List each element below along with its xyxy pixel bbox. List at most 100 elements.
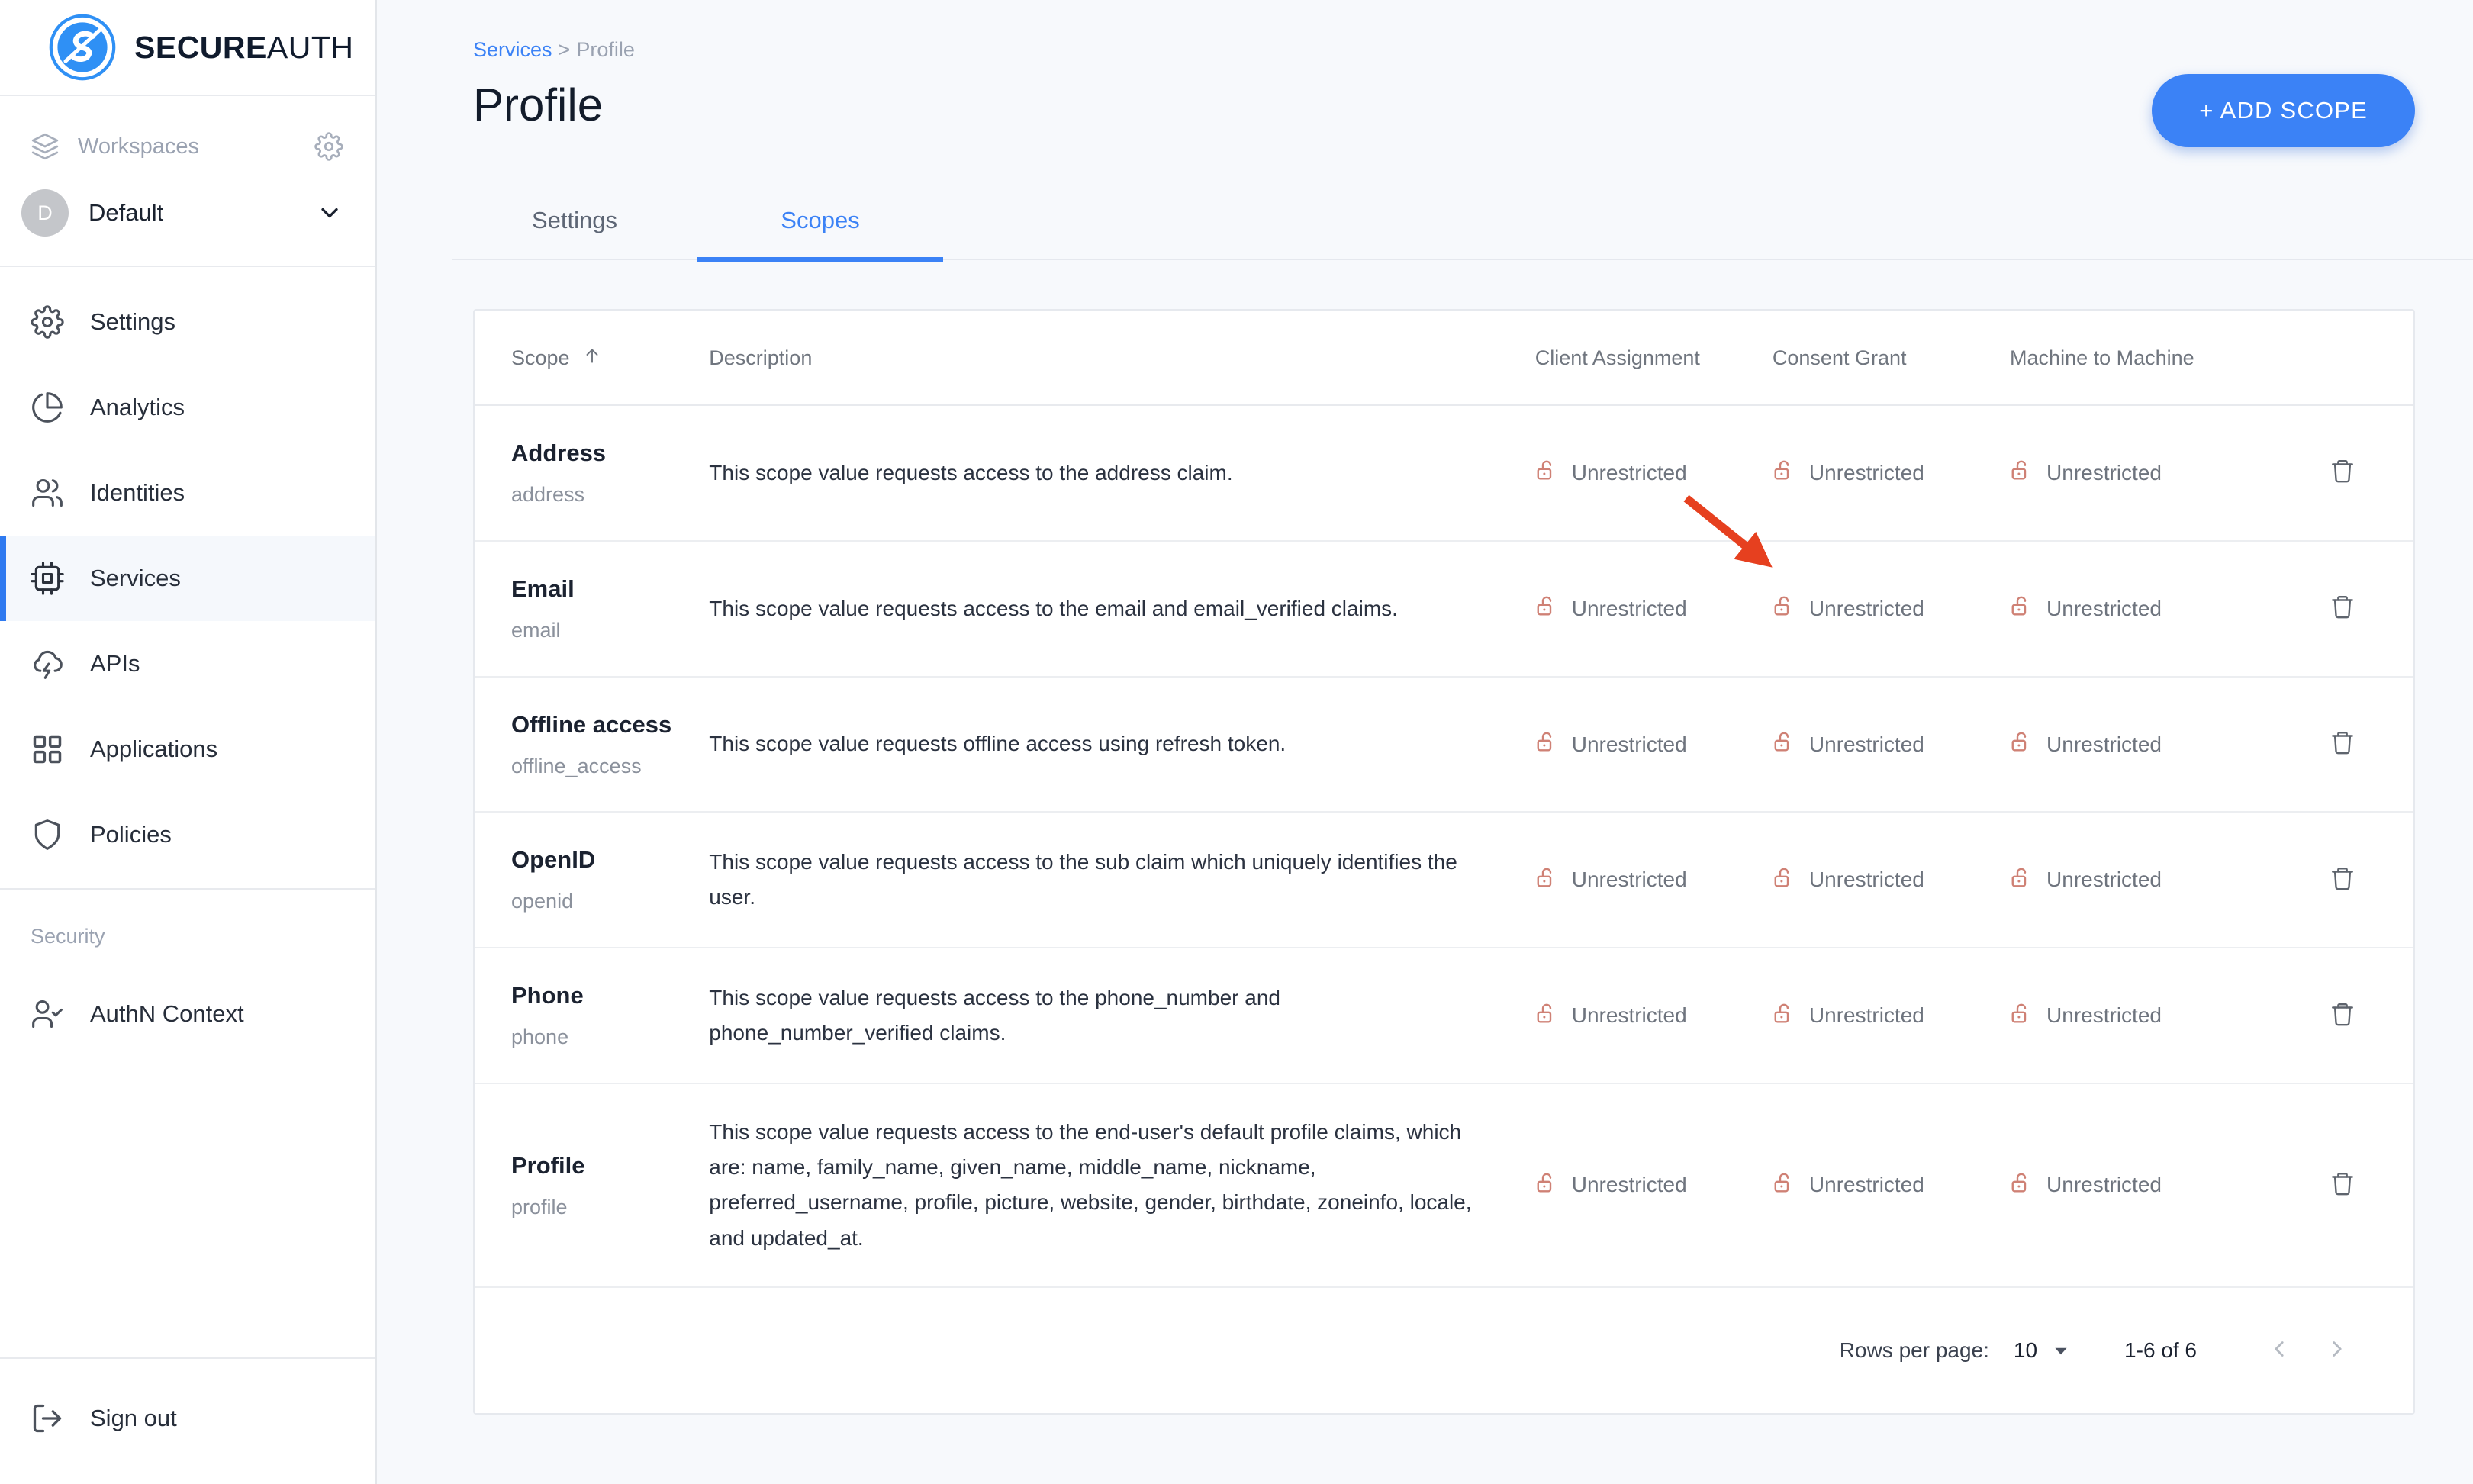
unlocked-padlock-icon (2010, 866, 2033, 894)
chevron-right-icon (2324, 1336, 2350, 1364)
grid-icon (31, 732, 78, 766)
cell-client-assignment[interactable]: Unrestricted (1534, 948, 1773, 1085)
cell-actions (2271, 540, 2413, 678)
delete-scope-button[interactable] (2330, 1170, 2355, 1199)
scopes-table: Scope Description Client Assignment Cons… (475, 311, 2413, 1288)
cell-client-assignment[interactable]: Unrestricted (1534, 676, 1773, 813)
add-scope-button[interactable]: + ADD SCOPE (2152, 74, 2415, 147)
rows-per-page-value[interactable]: 10 (2014, 1338, 2037, 1363)
cell-scope: Profile profile (475, 1083, 673, 1288)
column-header-machine-to-machine: Machine to Machine (2010, 311, 2272, 406)
page-header: Services > Profile Profile + ADD SCOPE (377, 0, 2473, 147)
cpu-chip-icon (31, 562, 78, 595)
scopes-card: Scope Description Client Assignment Cons… (473, 309, 2415, 1415)
scope-name: Offline access (511, 710, 672, 738)
cell-client-assignment[interactable]: Unrestricted (1534, 1083, 1773, 1288)
cell-actions (2271, 676, 2413, 813)
cell-machine-to-machine[interactable]: Unrestricted (2010, 676, 2272, 813)
sidebar-item-analytics[interactable]: Analytics (0, 365, 375, 450)
tab-bar: Settings Scopes (452, 187, 2473, 262)
unlocked-padlock-icon (1535, 1002, 1558, 1030)
breadcrumb-services-link[interactable]: Services (473, 38, 552, 61)
cell-client-assignment[interactable]: Unrestricted (1534, 405, 1773, 542)
caret-down-icon[interactable] (2051, 1341, 2071, 1360)
sidebar-item-policies[interactable]: Policies (0, 792, 375, 877)
cell-consent-grant[interactable]: Unrestricted (1772, 405, 2011, 542)
scope-slug: offline_access (511, 754, 642, 777)
sidebar-item-apis[interactable]: APIs (0, 621, 375, 707)
permission-label: Unrestricted (1808, 460, 1924, 484)
brand-logo[interactable]: SECUREAUTH (0, 0, 375, 96)
trash-icon (2330, 594, 2355, 622)
gear-icon[interactable] (314, 132, 343, 161)
cell-actions (2271, 812, 2413, 949)
permission-label: Unrestricted (1571, 596, 1687, 620)
sidebar-item-label: Settings (90, 308, 176, 335)
previous-page-button[interactable] (2250, 1321, 2308, 1379)
cell-client-assignment[interactable]: Unrestricted (1534, 540, 1773, 678)
permission-label: Unrestricted (2046, 1003, 2162, 1028)
cell-description: This scope value requests access to the … (672, 948, 1535, 1085)
cell-machine-to-machine[interactable]: Unrestricted (2010, 948, 2272, 1085)
column-header-scope[interactable]: Scope (475, 311, 673, 406)
tab-scopes[interactable]: Scopes (697, 187, 943, 262)
cell-description: This scope value requests access to the … (672, 1083, 1535, 1288)
sidebar-item-applications[interactable]: Applications (0, 707, 375, 792)
sidebar-item-label: Analytics (90, 394, 185, 420)
workspace-selector[interactable]: D Default (0, 183, 375, 243)
unlocked-padlock-icon (1773, 866, 1795, 894)
cell-machine-to-machine[interactable]: Unrestricted (2010, 812, 2272, 949)
scope-slug: address (511, 483, 585, 507)
cell-client-assignment[interactable]: Unrestricted (1534, 812, 1773, 949)
delete-scope-button[interactable] (2330, 729, 2355, 758)
chevron-down-icon[interactable] (316, 199, 343, 227)
unlocked-padlock-icon (2010, 1171, 2033, 1199)
brand-wordmark: SECUREAUTH (134, 31, 353, 63)
next-page-button[interactable] (2308, 1321, 2366, 1379)
secureauth-logo-icon (47, 12, 118, 82)
sign-out-button[interactable]: Sign out (0, 1376, 375, 1461)
cell-machine-to-machine[interactable]: Unrestricted (2010, 405, 2272, 542)
cell-machine-to-machine[interactable]: Unrestricted (2010, 1083, 2272, 1288)
cell-consent-grant[interactable]: Unrestricted (1772, 1083, 2011, 1288)
breadcrumb-separator: > (558, 38, 571, 61)
sign-out-label: Sign out (90, 1405, 177, 1431)
table-row: Address address This scope value request… (475, 405, 2413, 542)
table-row: OpenID openid This scope value requests … (475, 812, 2413, 949)
trash-icon (2330, 1001, 2355, 1029)
permission-label: Unrestricted (1571, 460, 1687, 484)
cell-consent-grant[interactable]: Unrestricted (1772, 812, 2011, 949)
scope-slug: phone (511, 1025, 569, 1049)
scope-name: Phone (511, 982, 584, 1009)
cell-consent-grant[interactable]: Unrestricted (1772, 676, 2011, 813)
unlocked-padlock-icon (2010, 459, 2033, 487)
permission-label: Unrestricted (2046, 732, 2162, 756)
sidebar-item-label: Applications (90, 736, 218, 762)
cell-consent-grant[interactable]: Unrestricted (1772, 540, 2011, 678)
trash-icon (2330, 729, 2355, 758)
cell-machine-to-machine[interactable]: Unrestricted (2010, 540, 2272, 678)
unlocked-padlock-icon (2010, 594, 2033, 623)
sidebar-item-authn-context[interactable]: AuthN Context (0, 971, 375, 1057)
cell-consent-grant[interactable]: Unrestricted (1772, 948, 2011, 1085)
permission-label: Unrestricted (1808, 732, 1924, 756)
permission-label: Unrestricted (1571, 732, 1687, 756)
scope-slug: profile (511, 1195, 568, 1218)
sidebar-item-services[interactable]: Services (0, 536, 375, 621)
delete-scope-button[interactable] (2330, 594, 2355, 622)
unlocked-padlock-icon (1773, 459, 1795, 487)
scope-description: This scope value requests access to the … (709, 850, 1457, 909)
column-header-actions (2271, 311, 2413, 406)
delete-scope-button[interactable] (2330, 1001, 2355, 1029)
pie-chart-icon (31, 391, 78, 424)
tab-settings[interactable]: Settings (452, 187, 697, 262)
permission-label: Unrestricted (1571, 1173, 1687, 1197)
sidebar-item-settings[interactable]: Settings (0, 279, 375, 365)
scope-description: This scope value requests access to the … (709, 460, 1233, 484)
scope-description: This scope value requests access to the … (709, 596, 1398, 620)
delete-scope-button[interactable] (2330, 865, 2355, 893)
cloud-bolt-icon (31, 647, 78, 681)
title-row: Profile + ADD SCOPE (473, 74, 2415, 147)
sidebar-item-identities[interactable]: Identities (0, 450, 375, 536)
delete-scope-button[interactable] (2330, 458, 2355, 486)
